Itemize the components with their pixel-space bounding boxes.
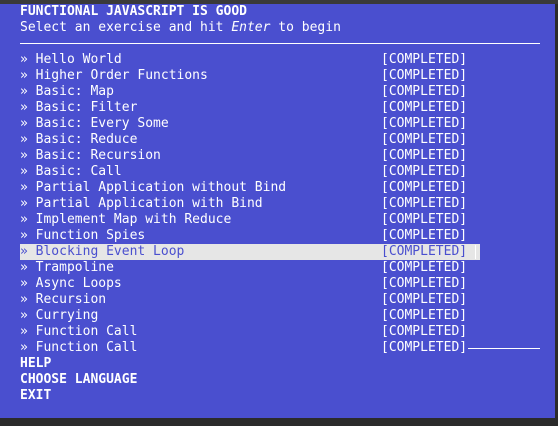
exercise-label: » Higher Order Functions [20, 68, 208, 83]
exercise-menu: » Hello World [COMPLETED] » Higher Order … [20, 52, 540, 356]
exercise-label: » Basic: Call [20, 164, 122, 179]
exercise-status: [COMPLETED] [381, 148, 468, 163]
header-divider [20, 43, 540, 44]
exercise-item[interactable]: » Basic: Recursion [COMPLETED] [20, 148, 480, 164]
instruction-text: Select an exercise and hit Enter to begi… [20, 20, 341, 36]
exercise-status: [COMPLETED] [381, 68, 468, 83]
exercise-label: » Async Loops [20, 276, 122, 291]
exercise-label: » Partial Application with Bind [20, 196, 263, 211]
exercise-item[interactable]: » Higher Order Functions [COMPLETED] [20, 68, 480, 84]
exercise-label: » Function Call [20, 324, 138, 339]
exercise-item[interactable]: » Partial Application without Bind [COMPL… [20, 180, 480, 196]
exercise-label: » Function Spies [20, 228, 146, 243]
instruction-prefix: Select an exercise and hit [20, 20, 232, 35]
choose-language-option[interactable]: CHOOSE LANGUAGE [20, 372, 137, 388]
exercise-status: [COMPLETED] [381, 196, 468, 211]
exercise-status: [COMPLETED] [381, 212, 468, 227]
exercise-label: » Blocking Event Loop [20, 244, 185, 259]
exercise-status: [COMPLETED] [381, 164, 468, 179]
menu-options: HELP CHOOSE LANGUAGE EXIT [20, 356, 137, 404]
exercise-label: » Currying [20, 308, 99, 323]
exercise-status: [COMPLETED] [381, 308, 468, 323]
exercise-status: [COMPLETED] [381, 84, 468, 99]
exercise-label: » Basic: Filter [20, 100, 138, 115]
exercise-label: » Basic: Reduce [20, 132, 138, 147]
terminal-screen: FUNCTIONAL JAVASCRIPT IS GOOD Select an … [0, 4, 555, 418]
exercise-label: » Basic: Map [20, 84, 114, 99]
exercise-item[interactable]: » Function Spies [COMPLETED] [20, 228, 480, 244]
exercise-item[interactable]: » Basic: Filter [COMPLETED] [20, 100, 480, 116]
exercise-item[interactable]: » Implement Map with Reduce [COMPLETED] [20, 212, 480, 228]
exercise-item[interactable]: » Async Loops [COMPLETED] [20, 276, 480, 292]
exercise-item[interactable]: » Basic: Every Some [COMPLETED] [20, 116, 480, 132]
exercise-item[interactable]: » Basic: Map [COMPLETED] [20, 84, 480, 100]
help-option[interactable]: HELP [20, 356, 137, 372]
exercise-status: [COMPLETED] [381, 52, 468, 67]
exercise-item[interactable]: » Hello World [COMPLETED] [20, 52, 480, 68]
exercise-status: [COMPLETED] [381, 260, 468, 275]
exercise-label: » Hello World [20, 52, 122, 67]
exercise-label: » Implement Map with Reduce [20, 212, 232, 227]
exercise-status: [COMPLETED] [381, 116, 468, 131]
exercise-item[interactable]: » Function Call [COMPLETED] [20, 324, 480, 340]
exercise-item[interactable]: » Recursion [COMPLETED] [20, 292, 480, 308]
exercise-item[interactable]: » Basic: Call [COMPLETED] [20, 164, 480, 180]
exercise-item-selected[interactable]: » Blocking Event Loop [COMPLETED] [20, 244, 480, 260]
app-title: FUNCTIONAL JAVASCRIPT IS GOOD [20, 4, 247, 19]
exercise-label: » Basic: Every Some [20, 116, 169, 131]
enter-key-hint: Enter [231, 20, 271, 35]
exercise-status: [COMPLETED] [381, 244, 468, 259]
exercise-label: » Recursion [20, 292, 107, 307]
exit-option[interactable]: EXIT [20, 388, 137, 404]
exercise-label: » Partial Application without Bind [20, 180, 287, 195]
exercise-label: » Basic: Recursion [20, 148, 161, 163]
exercise-status: [COMPLETED] [381, 276, 468, 291]
exercise-status: [COMPLETED] [381, 324, 468, 339]
exercise-item[interactable]: » Basic: Reduce [COMPLETED] [20, 132, 480, 148]
exercise-status: [COMPLETED] [381, 292, 468, 307]
exercise-status: [COMPLETED] [381, 100, 468, 115]
exercise-label: » Trampoline [20, 260, 114, 275]
exercise-label: » Function Call [20, 340, 138, 355]
exercise-item[interactable]: » Function Call [COMPLETED] [20, 340, 540, 356]
exercise-status: [COMPLETED] [381, 340, 468, 355]
exercise-item[interactable]: » Currying [COMPLETED] [20, 308, 480, 324]
instruction-suffix: to begin [270, 20, 341, 35]
exercise-status: [COMPLETED] [381, 228, 468, 243]
exercise-status: [COMPLETED] [381, 180, 468, 195]
exercise-item[interactable]: » Partial Application with Bind [COMPLETE… [20, 196, 480, 212]
exercise-item[interactable]: » Trampoline [COMPLETED] [20, 260, 480, 276]
exercise-status: [COMPLETED] [381, 132, 468, 147]
